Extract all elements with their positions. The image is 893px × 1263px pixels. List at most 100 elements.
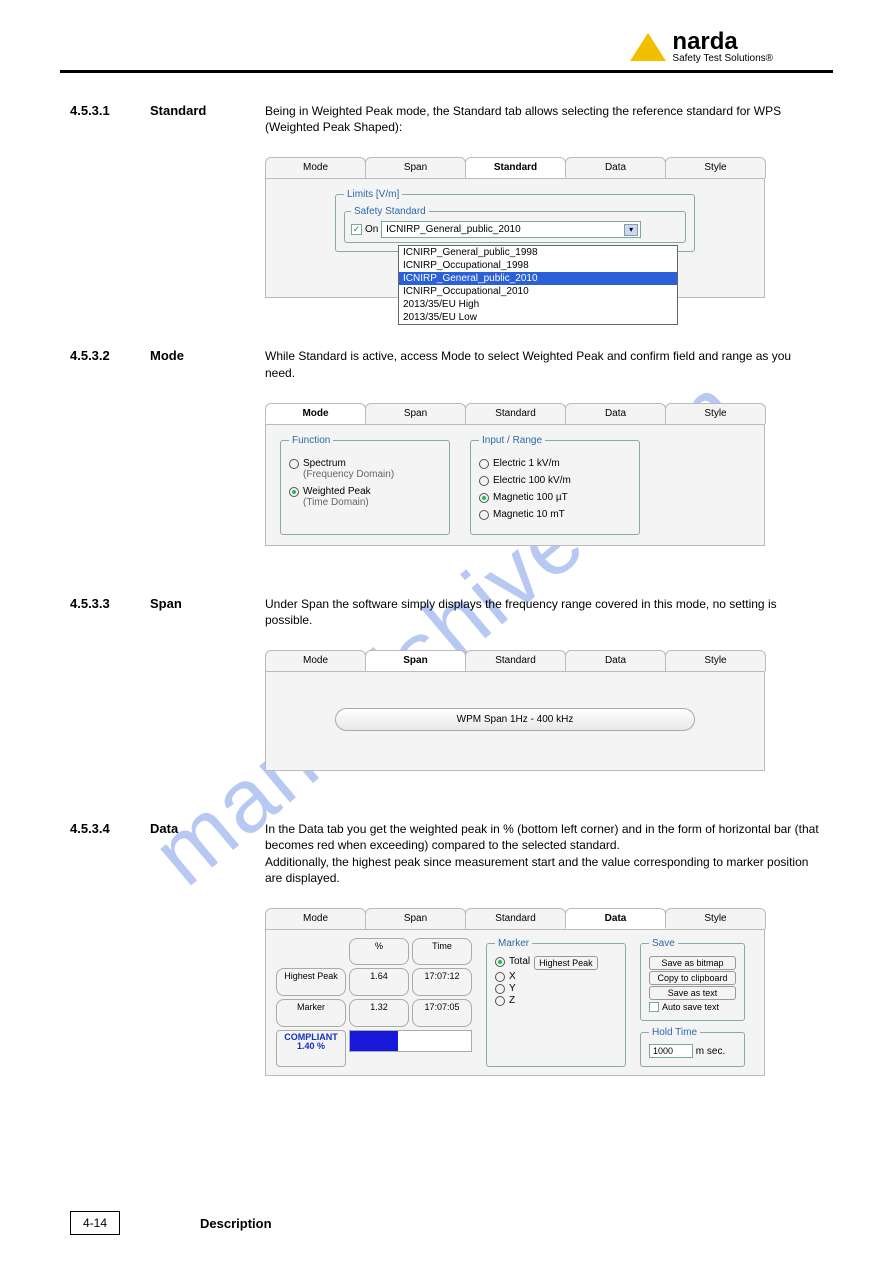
hold-time-input[interactable]: 1000	[649, 1044, 693, 1058]
dropdown-option[interactable]: ICNIRP_Occupational_1998	[399, 259, 677, 272]
radio-icon	[495, 996, 505, 1006]
input-range-legend: Input / Range	[479, 435, 545, 446]
standard-dropdown-list[interactable]: ICNIRP_General_public_1998 ICNIRP_Occupa…	[398, 245, 678, 325]
radio-range[interactable]: Electric 1 kV/m	[479, 458, 631, 469]
radio-icon	[289, 459, 299, 469]
radio-spectrum[interactable]: Spectrum (Frequency Domain)	[289, 458, 441, 480]
radio-marker-z[interactable]: Z	[495, 995, 617, 1006]
col-header-percent: %	[349, 938, 409, 966]
tab-span[interactable]: Span	[365, 908, 466, 929]
dropdown-option[interactable]: 2013/35/EU High	[399, 298, 677, 311]
tab-style[interactable]: Style	[665, 157, 766, 178]
radio-marker-x[interactable]: X	[495, 971, 617, 982]
radio-weighted-peak[interactable]: Weighted Peak (Time Domain)	[289, 486, 441, 508]
save-legend: Save	[649, 938, 678, 949]
radio-icon-selected	[479, 493, 489, 503]
section-span-heading: 4.5.3.3 Span Under Span the software sim…	[70, 596, 823, 628]
radio-label: Magnetic 10 mT	[493, 509, 565, 520]
tab-span[interactable]: Span	[365, 650, 466, 671]
tab-style[interactable]: Style	[665, 403, 766, 424]
radio-range[interactable]: Magnetic 10 mT	[479, 509, 631, 520]
section-description: Under Span the software simply displays …	[265, 596, 823, 628]
function-fieldset: Function Spectrum (Frequency Domain) Wei…	[280, 435, 450, 535]
tab-mode[interactable]: Mode	[265, 908, 366, 929]
brand-logo: narda Safety Test Solutions®	[630, 30, 773, 64]
dropdown-selected: ICNIRP_General_public_2010	[386, 224, 521, 235]
dropdown-option[interactable]: 2013/35/EU Low	[399, 311, 677, 324]
tab-data[interactable]: Data	[565, 403, 666, 424]
radio-label: Y	[509, 983, 516, 994]
dropdown-option[interactable]: ICNIRP_General_public_1998	[399, 246, 677, 259]
radio-label: Weighted Peak	[303, 486, 371, 497]
section-number: 4.5.3.3	[70, 596, 150, 611]
limits-legend: Limits [V/m]	[344, 189, 402, 200]
safety-standard-fieldset: Safety Standard ✓ On ICNIRP_General_publ…	[344, 206, 686, 243]
radio-label: Magnetic 100 µT	[493, 492, 568, 503]
tab-mode[interactable]: Mode	[265, 650, 366, 671]
radio-label: Total	[509, 956, 530, 967]
page-header: narda Safety Test Solutions®	[60, 0, 833, 73]
safety-standard-legend: Safety Standard	[351, 206, 429, 217]
radio-label: Electric 100 kV/m	[493, 475, 571, 486]
standard-dropdown[interactable]: ICNIRP_General_public_2010 ▾	[381, 221, 641, 238]
brand-name: narda	[672, 30, 773, 54]
tab-data[interactable]: Data	[565, 650, 666, 671]
radio-marker-total[interactable]: Total Highest Peak	[495, 956, 617, 970]
tab-style[interactable]: Style	[665, 650, 766, 671]
save-text-button[interactable]: Save as text	[649, 986, 736, 1000]
row-label-highest-peak: Highest Peak	[276, 968, 346, 996]
tab-data[interactable]: Data	[565, 908, 666, 929]
col-header-time: Time	[412, 938, 472, 966]
hold-time-unit: m sec.	[696, 1046, 725, 1057]
brand-tagline: Safety Test Solutions®	[672, 54, 773, 64]
tab-mode[interactable]: Mode	[265, 157, 366, 178]
compliant-indicator: COMPLIANT 1.40 %	[276, 1030, 346, 1067]
radio-sublabel: (Frequency Domain)	[303, 469, 394, 480]
save-bitmap-button[interactable]: Save as bitmap	[649, 956, 736, 970]
section-number: 4.5.3.2	[70, 348, 150, 363]
tab-data[interactable]: Data	[565, 157, 666, 178]
highest-peak-button[interactable]: Highest Peak	[534, 956, 598, 970]
tab-mode[interactable]: Mode	[265, 403, 366, 424]
compliance-bar-fill	[350, 1031, 398, 1051]
chevron-down-icon: ▾	[624, 224, 638, 236]
tab-span[interactable]: Span	[365, 403, 466, 424]
value-hp-percent: 1.64	[349, 968, 409, 996]
dropdown-option-selected[interactable]: ICNIRP_General_public_2010	[399, 272, 677, 285]
tab-standard[interactable]: Standard	[465, 403, 566, 424]
section-description: While Standard is active, access Mode to…	[265, 348, 823, 380]
tab-standard[interactable]: Standard	[465, 908, 566, 929]
section-number: 4.5.3.4	[70, 821, 150, 836]
radio-label: Electric 1 kV/m	[493, 458, 560, 469]
radio-icon	[479, 476, 489, 486]
tab-standard[interactable]: Standard	[465, 157, 566, 178]
on-label: On	[365, 224, 378, 235]
hold-time-legend: Hold Time	[649, 1027, 700, 1038]
radio-range-selected[interactable]: Magnetic 100 µT	[479, 492, 631, 503]
mode-panel: Mode Span Standard Data Style Function S…	[265, 403, 765, 546]
on-checkbox[interactable]: ✓ On	[351, 224, 378, 235]
copy-clipboard-button[interactable]: Copy to clipboard	[649, 971, 736, 985]
value-hp-time: 17:07:12	[412, 968, 472, 996]
save-fieldset: Save Save as bitmap Copy to clipboard Sa…	[640, 938, 745, 1021]
data-panel: Mode Span Standard Data Style % Time Hig…	[265, 908, 765, 1076]
value-marker-percent: 1.32	[349, 999, 409, 1027]
tab-standard[interactable]: Standard	[465, 650, 566, 671]
section-mode-heading: 4.5.3.2 Mode While Standard is active, a…	[70, 348, 823, 380]
compliance-bar	[349, 1030, 472, 1052]
auto-save-checkbox[interactable]: Auto save text	[649, 1002, 736, 1012]
radio-range[interactable]: Electric 100 kV/m	[479, 475, 631, 486]
dropdown-option[interactable]: ICNIRP_Occupational_2010	[399, 285, 677, 298]
standard-panel: Mode Span Standard Data Style Limits [V/…	[265, 157, 765, 298]
span-panel: Mode Span Standard Data Style WPM Span 1…	[265, 650, 765, 771]
section-number: 4.5.3.1	[70, 103, 150, 118]
checkbox-label: Auto save text	[662, 1002, 719, 1012]
page-number: 4-14	[70, 1211, 120, 1235]
checkmark-icon: ✓	[351, 224, 362, 235]
radio-marker-y[interactable]: Y	[495, 983, 617, 994]
tab-style[interactable]: Style	[665, 908, 766, 929]
tab-span[interactable]: Span	[365, 157, 466, 178]
row-label-marker: Marker	[276, 999, 346, 1027]
checkbox-icon	[649, 1002, 659, 1012]
radio-label: Z	[509, 995, 515, 1006]
